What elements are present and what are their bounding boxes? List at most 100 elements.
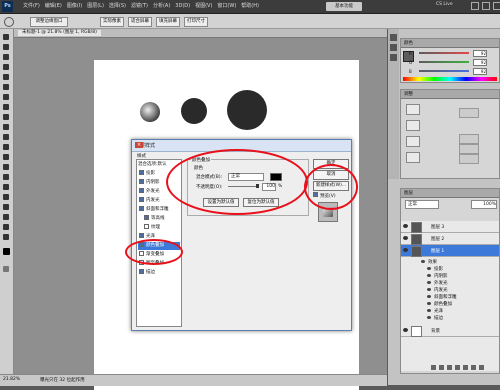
crop-tool-icon[interactable] xyxy=(2,73,11,82)
green-value[interactable]: 92 xyxy=(473,59,487,66)
effect-row[interactable]: 投影 xyxy=(427,266,443,272)
visibility-eye-icon[interactable] xyxy=(421,260,425,263)
clone-stamp-tool-icon[interactable] xyxy=(2,113,11,122)
actual-pixels-button[interactable]: 实际像素 xyxy=(100,17,124,27)
blur-tool-icon[interactable] xyxy=(2,153,11,162)
visibility-eye-icon[interactable] xyxy=(427,316,431,319)
effect-row[interactable]: 斜面和浮雕 xyxy=(427,294,457,300)
marquee-tool-icon[interactable] xyxy=(2,43,11,52)
lasso-tool-icon[interactable] xyxy=(2,53,11,62)
healing-brush-tool-icon[interactable] xyxy=(2,93,11,102)
gradient-tool-icon[interactable] xyxy=(2,143,11,152)
cs-live-button[interactable]: CS Live xyxy=(436,2,453,7)
new-group-icon[interactable] xyxy=(463,365,468,370)
minimize-icon[interactable] xyxy=(471,2,479,10)
color-spectrum-bar[interactable] xyxy=(403,77,497,81)
preset-button-4[interactable] xyxy=(459,154,479,164)
menu-view[interactable]: 视图(V) xyxy=(194,2,213,11)
document-tab-label[interactable]: 未标题-1 @ 21.8% (图层 1, RGB/8) xyxy=(18,30,101,36)
move-tool-icon[interactable] xyxy=(2,33,11,42)
checkbox[interactable] xyxy=(139,179,144,184)
eraser-tool-icon[interactable] xyxy=(2,133,11,142)
preset-button-2[interactable] xyxy=(459,134,479,144)
quick-mask-icon[interactable] xyxy=(2,265,11,274)
eyedropper-tool-icon[interactable] xyxy=(2,83,11,92)
quick-select-tool-icon[interactable] xyxy=(2,63,11,72)
checkbox[interactable] xyxy=(144,224,149,229)
layer-blend-mode-select[interactable]: 正常 xyxy=(405,200,439,209)
add-style-icon[interactable] xyxy=(439,365,444,370)
effect-row[interactable]: 内阴影 xyxy=(427,273,448,279)
delete-layer-icon[interactable] xyxy=(479,365,484,370)
new-adjustment-icon[interactable] xyxy=(455,365,460,370)
preset-button-3[interactable] xyxy=(459,144,479,154)
style-item[interactable]: 内发光 xyxy=(138,197,180,205)
menu-image[interactable]: 图像(I) xyxy=(66,2,83,11)
effects-label[interactable]: 效果 xyxy=(421,259,437,265)
menu-window[interactable]: 窗口(W) xyxy=(216,2,237,11)
visibility-eye-icon[interactable] xyxy=(427,281,431,284)
levels-adjust-icon[interactable] xyxy=(406,120,420,131)
style-item[interactable]: 等高线 xyxy=(138,215,180,223)
link-layers-icon[interactable] xyxy=(431,365,436,370)
layer-row[interactable]: 图层 3 xyxy=(401,221,499,233)
actions-panel-icon[interactable] xyxy=(390,44,397,51)
checkbox[interactable] xyxy=(139,269,144,274)
hand-tool-icon[interactable] xyxy=(2,223,11,232)
print-size-button[interactable]: 打印尺寸 xyxy=(184,17,208,27)
curves-adjust-icon[interactable] xyxy=(406,136,420,147)
new-layer-icon[interactable] xyxy=(471,365,476,370)
foreground-color-swatch[interactable] xyxy=(2,247,11,256)
3d-rotate-tool-icon[interactable] xyxy=(2,213,11,222)
brush-tool-icon[interactable] xyxy=(2,103,11,112)
maximize-icon[interactable] xyxy=(482,2,490,10)
style-item[interactable]: 斜面和浮雕 xyxy=(138,206,180,214)
menu-select[interactable]: 选择(S) xyxy=(108,2,127,11)
checkbox[interactable] xyxy=(139,188,144,193)
style-item[interactable]: 描边 xyxy=(138,269,180,277)
checkbox[interactable] xyxy=(139,170,144,175)
type-tool-icon[interactable] xyxy=(2,183,11,192)
visibility-eye-icon[interactable] xyxy=(403,328,408,332)
effect-row[interactable]: 光泽 xyxy=(427,308,443,314)
layer-name[interactable]: 背景 xyxy=(431,328,440,334)
fill-screen-button[interactable]: 填充屏幕 xyxy=(156,17,180,27)
zoom-tool-icon[interactable] xyxy=(2,233,11,242)
effect-row[interactable]: 颜色叠加 xyxy=(427,301,452,307)
visibility-eye-icon[interactable] xyxy=(427,288,431,291)
style-item[interactable]: 纹理 xyxy=(138,224,180,232)
visibility-eye-icon[interactable] xyxy=(427,274,431,277)
document-tab[interactable]: 未标题-1 @ 21.8% (图层 1, RGB/8) xyxy=(14,29,387,38)
history-panel-icon[interactable] xyxy=(390,34,397,41)
checkbox[interactable] xyxy=(139,233,144,238)
visibility-eye-icon[interactable] xyxy=(403,236,408,240)
visibility-eye-icon[interactable] xyxy=(427,302,431,305)
path-select-tool-icon[interactable] xyxy=(2,193,11,202)
layer-name[interactable]: 图层 2 xyxy=(431,236,444,242)
checkbox[interactable] xyxy=(139,206,144,211)
menu-file[interactable]: 文件(F) xyxy=(22,2,41,11)
visibility-eye-icon[interactable] xyxy=(427,295,431,298)
hue-adjust-icon[interactable] xyxy=(406,152,420,163)
menu-filter[interactable]: 滤镜(T) xyxy=(130,2,149,11)
history-brush-tool-icon[interactable] xyxy=(2,123,11,132)
layer-opacity-field[interactable]: 100% xyxy=(471,200,497,209)
red-value[interactable]: 92 xyxy=(473,50,487,57)
brightness-adjust-icon[interactable] xyxy=(406,104,420,115)
preset-button-1[interactable] xyxy=(459,108,479,118)
pen-tool-icon[interactable] xyxy=(2,173,11,182)
layer-name[interactable]: 图层 3 xyxy=(431,224,444,230)
layer-name[interactable]: 图层 1 xyxy=(431,248,444,254)
visibility-eye-icon[interactable] xyxy=(427,309,431,312)
zoom-tool-icon[interactable] xyxy=(4,17,14,27)
zoom-level[interactable]: 21.82% xyxy=(3,377,20,382)
menu-edit[interactable]: 编辑(E) xyxy=(44,2,63,11)
green-track[interactable] xyxy=(419,61,469,63)
visibility-eye-icon[interactable] xyxy=(427,267,431,270)
add-mask-icon[interactable] xyxy=(447,365,452,370)
layer-row[interactable]: 图层 2 xyxy=(401,233,499,245)
effect-row[interactable]: 描边 xyxy=(427,315,443,321)
menu-3d[interactable]: 3D(D) xyxy=(174,2,191,11)
character-panel-icon[interactable] xyxy=(390,54,397,61)
blue-track[interactable] xyxy=(419,70,469,72)
